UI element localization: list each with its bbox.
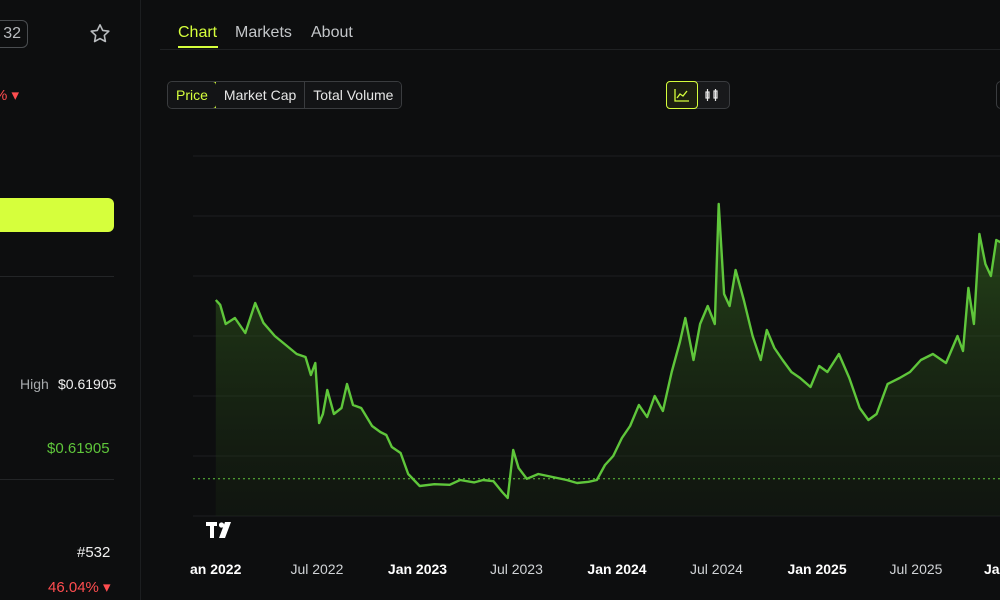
x-tick-label: Ja — [984, 561, 1000, 577]
x-tick-label: Jan 2025 — [787, 561, 846, 577]
price-chart[interactable]: an 2022 Jul 2022 Jan 2023 Jul 2023 Jan 2024 J… — [0, 0, 1000, 600]
x-tick-label: an 2022 — [190, 561, 242, 577]
x-tick-label: Jul 2023 — [490, 561, 543, 577]
price-area — [215, 204, 1000, 516]
tradingview-logo — [206, 522, 231, 538]
x-tick-label: Jul 2025 — [890, 561, 943, 577]
x-tick-label: Jan 2024 — [587, 561, 646, 577]
x-tick-label: Jan 2023 — [388, 561, 447, 577]
x-tick-label: Jul 2024 — [690, 561, 743, 577]
x-tick-label: Jul 2022 — [290, 561, 343, 577]
